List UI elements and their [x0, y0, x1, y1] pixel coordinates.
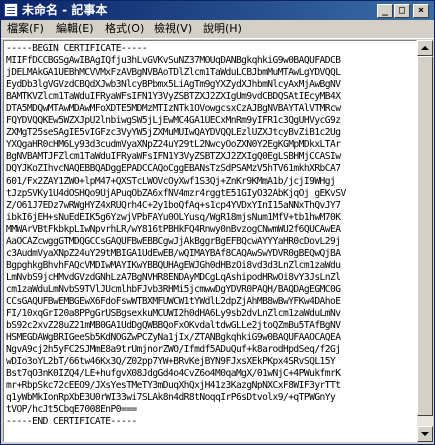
menu-format[interactable]: 格式(O) — [105, 22, 144, 36]
menu-bar: 檔案(F) 編輯(E) 格式(O) 檢視(V) 說明(H) — [1, 20, 434, 39]
menu-view[interactable]: 檢視(V) — [154, 22, 192, 36]
arrow-down-icon — [421, 432, 429, 436]
menu-edit[interactable]: 編輯(E) — [56, 22, 94, 36]
document-text[interactable]: -----BEGIN CERTIFICATE----- MIIFfDCCBGSg… — [4, 41, 416, 429]
scroll-down-button[interactable] — [417, 426, 433, 442]
vertical-scrollbar[interactable] — [417, 40, 433, 442]
menu-file[interactable]: 檔案(F) — [7, 22, 44, 36]
minimize-button[interactable]: _ — [377, 4, 393, 18]
menu-help[interactable]: 說明(H) — [203, 22, 242, 36]
scroll-up-button[interactable] — [417, 40, 433, 56]
title-bar[interactable]: 未命名 - 記事本 _ □ × — [1, 1, 434, 20]
close-button[interactable]: × — [413, 4, 429, 18]
window-title: 未命名 - 記事本 — [22, 3, 108, 17]
notepad-window: 未命名 - 記事本 _ □ × 檔案(F) 編輯(E) 格式(O) 檢視(V) … — [0, 0, 435, 445]
scroll-thumb[interactable] — [417, 56, 433, 416]
notepad-icon[interactable] — [4, 3, 18, 17]
maximize-button[interactable]: □ — [394, 4, 410, 18]
text-editor-area[interactable]: -----BEGIN CERTIFICATE----- MIIFfDCCBGSg… — [3, 40, 417, 442]
arrow-up-icon — [421, 46, 429, 50]
